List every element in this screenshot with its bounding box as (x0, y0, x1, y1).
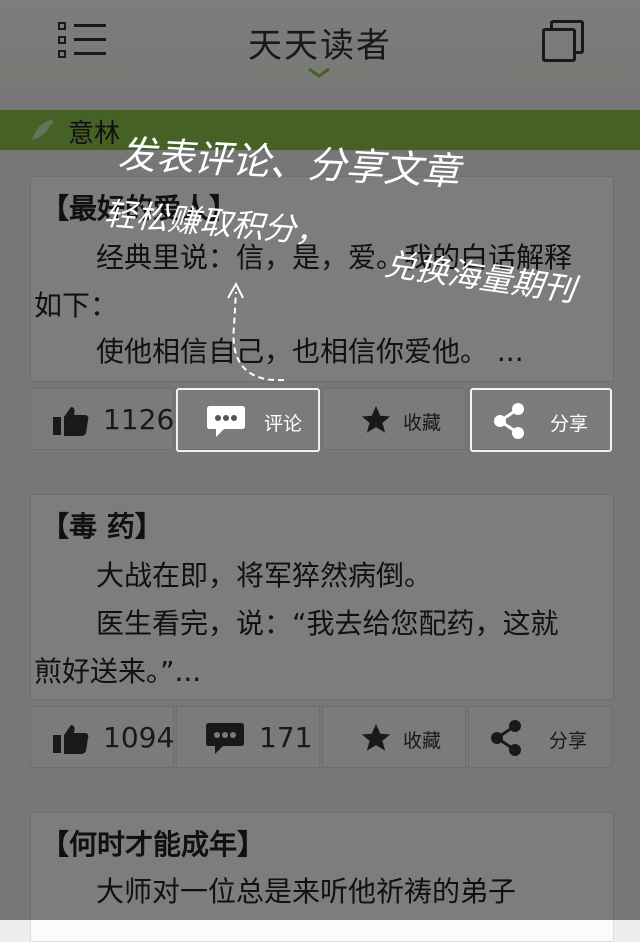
share-button-highlight[interactable]: 分享 (470, 388, 612, 452)
share-label: 分享 (550, 413, 589, 435)
comment-icon (207, 406, 245, 437)
share-icon (494, 403, 524, 439)
comment-label: 评论 (264, 413, 303, 435)
comment-button-highlight[interactable]: 评论 (176, 388, 320, 452)
app-screen: 天天读者 意林 【最好的爱人】 经典里说：信，是，爱。我的白话解释 如下： 使他… (0, 0, 640, 942)
tutorial-arrow (227, 281, 285, 382)
